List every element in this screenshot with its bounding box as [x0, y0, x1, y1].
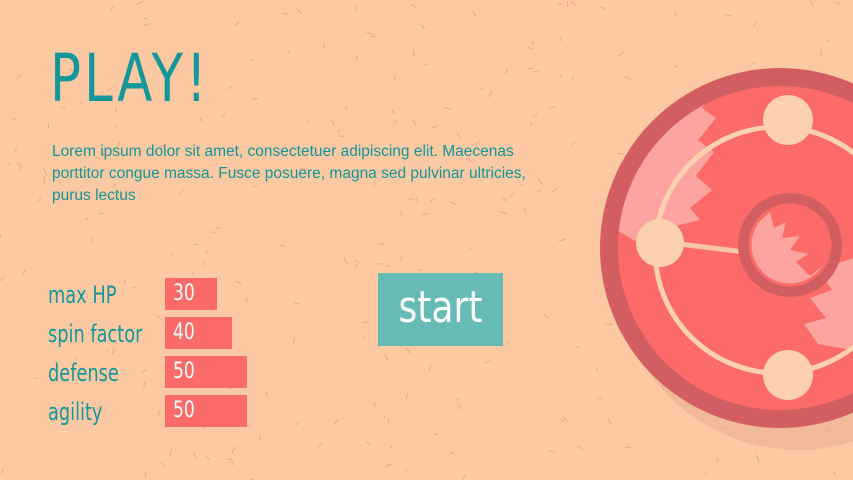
stat-row-agility: agility 50 — [48, 393, 308, 432]
stat-row-spin-factor: spin factor 40 — [48, 315, 308, 354]
stat-bar: 30 — [165, 278, 217, 310]
stat-bar: 50 — [165, 356, 247, 388]
stat-label: agility — [48, 398, 103, 426]
stats-panel: max HP 30 spin factor 40 defense 50 agil… — [48, 276, 308, 432]
stat-value: 50 — [173, 359, 195, 384]
stat-value: 50 — [173, 398, 195, 423]
stat-value: 40 — [173, 320, 195, 345]
stat-label: max HP — [48, 281, 117, 309]
page-title: PLAY! — [50, 40, 210, 117]
stat-bar: 40 — [165, 317, 232, 349]
stat-row-max-hp: max HP 30 — [48, 276, 308, 315]
intro-text: Lorem ipsum dolor sit amet, consectetuer… — [52, 143, 526, 204]
stat-row-defense: defense 50 — [48, 354, 308, 393]
stat-value: 30 — [173, 281, 195, 306]
start-button-label: start — [398, 282, 483, 333]
spinning-top-icon — [600, 68, 853, 450]
start-button[interactable]: start — [378, 273, 503, 346]
stat-bar: 50 — [165, 395, 247, 427]
stat-label: spin factor — [48, 320, 143, 348]
stat-label: defense — [48, 359, 119, 387]
